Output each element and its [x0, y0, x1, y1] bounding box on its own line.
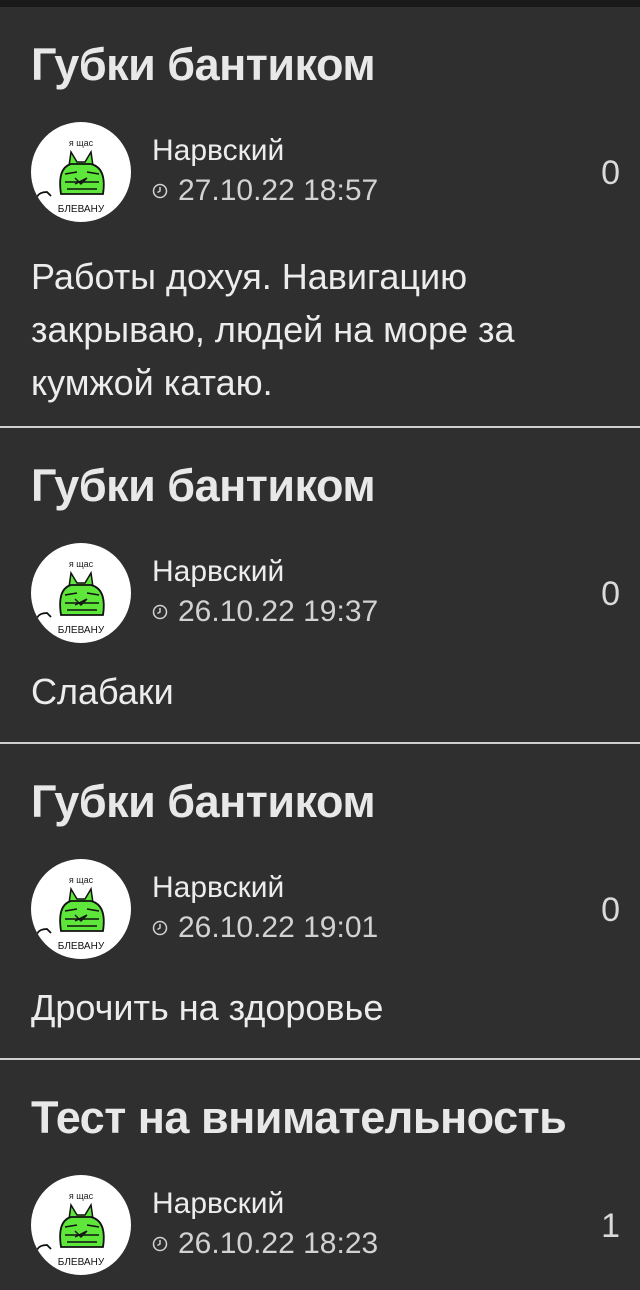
post-score: 0	[601, 575, 620, 613]
timestamp-text: 26.10.22 18:23	[178, 1227, 379, 1260]
user-avatar[interactable]: я щас БЛЕВАНУ	[31, 859, 131, 959]
clock-icon	[152, 1236, 168, 1252]
author-name[interactable]: Нарвский	[152, 555, 284, 589]
user-avatar[interactable]: я щас БЛЕВАНУ	[31, 543, 131, 643]
post-body: Работы дохуя. Навигацию закрываю, людей …	[31, 256, 515, 403]
clock-icon	[152, 183, 168, 199]
post-title[interactable]: Губки бантиком	[31, 39, 376, 91]
green-cat-avatar-icon: я щас БЛЕВАНУ	[35, 138, 105, 215]
svg-text:БЛЕВАНУ: БЛЕВАНУ	[58, 941, 105, 952]
post-score: 0	[601, 891, 620, 929]
clock-icon	[152, 920, 168, 936]
post-body: Дрочить на здоровье	[31, 987, 384, 1028]
post-title[interactable]: Губки бантиком	[31, 776, 376, 828]
svg-text:я щас: я щас	[69, 138, 94, 148]
post-title[interactable]: Тест на внимательность	[31, 1092, 567, 1144]
svg-text:БЛЕВАНУ: БЛЕВАНУ	[58, 1257, 105, 1268]
svg-text:я щас: я щас	[69, 1191, 94, 1201]
post-card[interactable]: Губки бантиком я щас БЛЕВАНУ Нарвский 26…	[0, 744, 640, 1060]
post-card[interactable]: Тест на внимательность я щас БЛЕВАНУ Нар…	[0, 1060, 640, 1290]
svg-text:я щас: я щас	[69, 559, 94, 569]
post-feed: Губки бантиком я щас БЛЕВАНУ Нарвский 27…	[0, 7, 640, 1290]
top-status-strip	[0, 0, 640, 7]
post-title[interactable]: Губки бантиком	[31, 460, 376, 512]
green-cat-avatar-icon: я щас БЛЕВАНУ	[35, 559, 105, 636]
author-name[interactable]: Нарвский	[152, 1187, 284, 1221]
user-avatar[interactable]: я щас БЛЕВАНУ	[31, 1175, 131, 1275]
post-timestamp: 27.10.22 18:57	[152, 174, 378, 208]
green-cat-avatar-icon: я щас БЛЕВАНУ	[35, 1191, 105, 1268]
post-timestamp: 26.10.22 18:23	[152, 1227, 378, 1261]
timestamp-text: 27.10.22 18:57	[178, 174, 379, 207]
post-card[interactable]: Губки бантиком я щас БЛЕВАНУ Нарвский 26…	[0, 428, 640, 744]
post-timestamp: 26.10.22 19:37	[152, 595, 378, 629]
author-name[interactable]: Нарвский	[152, 871, 284, 905]
author-name[interactable]: Нарвский	[152, 134, 284, 168]
green-cat-avatar-icon: я щас БЛЕВАНУ	[35, 875, 105, 952]
svg-text:БЛЕВАНУ: БЛЕВАНУ	[58, 204, 105, 215]
post-body: Слабаки	[31, 671, 174, 712]
timestamp-text: 26.10.22 19:01	[178, 911, 379, 944]
clock-icon	[152, 604, 168, 620]
timestamp-text: 26.10.22 19:37	[178, 595, 379, 628]
post-score: 1	[601, 1207, 620, 1245]
post-timestamp: 26.10.22 19:01	[152, 911, 378, 945]
svg-text:БЛЕВАНУ: БЛЕВАНУ	[58, 625, 105, 636]
post-score: 0	[601, 154, 620, 192]
svg-text:я щас: я щас	[69, 875, 94, 885]
post-card[interactable]: Губки бантиком я щас БЛЕВАНУ Нарвский 27…	[0, 7, 640, 428]
user-avatar[interactable]: я щас БЛЕВАНУ	[31, 122, 131, 222]
